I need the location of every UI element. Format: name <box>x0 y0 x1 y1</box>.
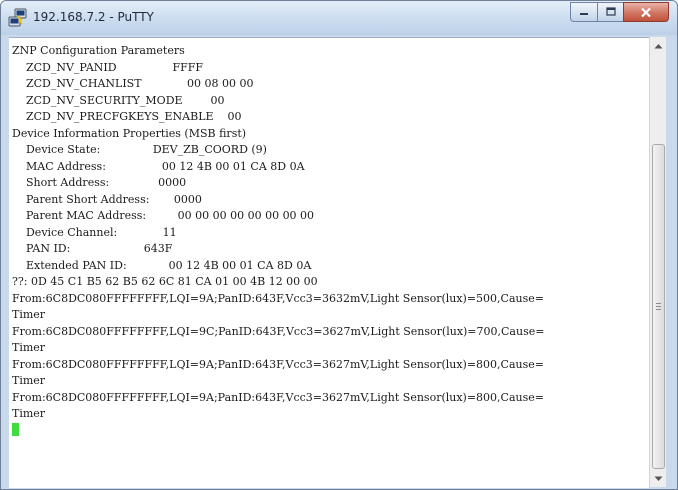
terminal-line: Timer <box>12 374 46 387</box>
terminal-line: From:6C8DC080FFFFFFFF,LQI=9C;PanID:643F,… <box>12 324 545 338</box>
minimize-button[interactable] <box>570 2 597 22</box>
scroll-up-arrow-icon <box>654 43 663 48</box>
terminal-cursor-line <box>12 422 649 440</box>
terminal-line: From:6C8DC080FFFFFFFF,LQI=9A;PanID:643F,… <box>12 291 544 305</box>
minimize-icon <box>580 13 588 15</box>
terminal-line: ??: 0D 45 C1 B5 62 B5 62 6C 81 CA 01 00 … <box>12 275 318 288</box>
terminal-line: Timer <box>12 407 46 420</box>
terminal-line: MAC Address: 00 12 4B 00 01 CA 8D 0A <box>12 159 305 173</box>
title-bar[interactable]: 192.168.7.2 - PuTTY <box>1 1 677 35</box>
terminal-cursor <box>12 422 19 436</box>
putty-app-icon[interactable] <box>8 8 28 28</box>
terminal-line: Device Information Properties (MSB first… <box>12 126 247 140</box>
terminal-line: Parent MAC Address: 00 00 00 00 00 00 00… <box>12 209 315 222</box>
scroll-down-button[interactable] <box>650 470 667 487</box>
vertical-scrollbar[interactable] <box>649 37 667 487</box>
scroll-up-button[interactable] <box>650 37 667 54</box>
terminal-line: ZCD_NV_PRECFGKEYS_ENABLE 00 <box>12 110 242 123</box>
window-frame-right <box>666 37 677 489</box>
terminal-line: ZCD_NV_PANID FFFF <box>12 60 204 74</box>
putty-window: 192.168.7.2 - PuTTY ZNP Configuration Pa… <box>0 0 678 490</box>
terminal-area[interactable]: ZNP Configuration Parameters ZCD_NV_PANI… <box>9 37 649 488</box>
maximize-button[interactable] <box>597 2 623 22</box>
close-button[interactable] <box>623 2 669 22</box>
terminal-line: From:6C8DC080FFFFFFFF,LQI=9A;PanID:643F,… <box>12 357 544 371</box>
terminal-line: Timer <box>12 341 46 354</box>
terminal-line: Extended PAN ID: 00 12 4B 00 01 CA 8D 0A <box>12 258 312 272</box>
maximize-icon <box>605 7 616 16</box>
terminal-line: Device State: DEV_ZB_COORD (9) <box>12 143 267 156</box>
scroll-down-arrow-icon <box>654 476 663 481</box>
window-title: 192.168.7.2 - PuTTY <box>33 10 154 24</box>
terminal-line: Parent Short Address: 0000 <box>12 192 202 206</box>
terminal-line: ZNP Configuration Parameters <box>12 44 185 57</box>
terminal-line: From:6C8DC080FFFFFFFF,LQI=9A;PanID:643F,… <box>12 390 544 404</box>
terminal-output: ZNP Configuration Parameters ZCD_NV_PANI… <box>9 38 649 439</box>
terminal-line: ZCD_NV_SECURITY_MODE 00 <box>12 93 225 107</box>
terminal-line: ZCD_NV_CHANLIST 00 08 00 00 <box>12 77 254 90</box>
terminal-line: Timer <box>12 308 46 321</box>
close-icon <box>641 7 651 17</box>
terminal-line: Device Channel: 11 <box>12 225 177 239</box>
scroll-thumb[interactable] <box>652 144 665 469</box>
terminal-line: Short Address: 0000 <box>12 176 187 189</box>
terminal-line: PAN ID: 643F <box>12 242 173 255</box>
